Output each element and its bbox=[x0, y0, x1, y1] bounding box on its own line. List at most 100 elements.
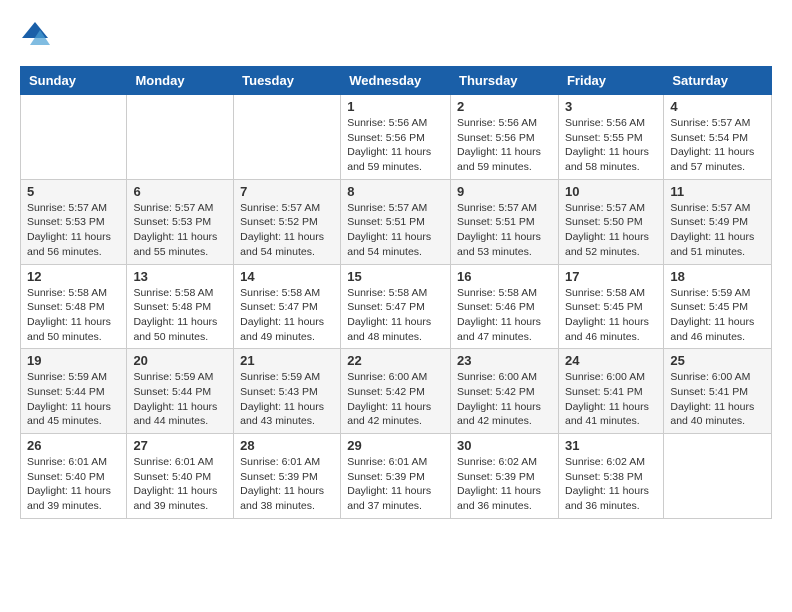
calendar-cell: 9 Sunrise: 5:57 AM Sunset: 5:51 PM Daylig… bbox=[451, 179, 559, 264]
calendar-cell: 8 Sunrise: 5:57 AM Sunset: 5:51 PM Daylig… bbox=[341, 179, 451, 264]
day-info: Sunrise: 5:57 AM Sunset: 5:53 PM Dayligh… bbox=[27, 201, 120, 260]
day-number: 17 bbox=[565, 269, 657, 284]
day-info: Sunrise: 5:57 AM Sunset: 5:53 PM Dayligh… bbox=[133, 201, 227, 260]
calendar-cell: 24Sunrise: 6:00 AM Sunset: 5:41 PM Dayli… bbox=[558, 349, 663, 434]
calendar-cell: 26Sunrise: 6:01 AM Sunset: 5:40 PM Dayli… bbox=[21, 434, 127, 519]
day-header-friday: Friday bbox=[558, 67, 663, 95]
day-info: Sunrise: 6:00 AM Sunset: 5:41 PM Dayligh… bbox=[670, 370, 765, 429]
day-info: Sunrise: 5:58 AM Sunset: 5:47 PM Dayligh… bbox=[347, 286, 444, 345]
day-number: 10 bbox=[565, 184, 657, 199]
calendar-header-row: SundayMondayTuesdayWednesdayThursdayFrid… bbox=[21, 67, 772, 95]
calendar-cell: 5 Sunrise: 5:57 AM Sunset: 5:53 PM Daylig… bbox=[21, 179, 127, 264]
calendar-cell: 7Sunrise: 5:57 AM Sunset: 5:52 PM Daylig… bbox=[234, 179, 341, 264]
day-info: Sunrise: 6:01 AM Sunset: 5:39 PM Dayligh… bbox=[347, 455, 444, 514]
day-info: Sunrise: 6:02 AM Sunset: 5:38 PM Dayligh… bbox=[565, 455, 657, 514]
day-number: 16 bbox=[457, 269, 552, 284]
day-info: Sunrise: 6:00 AM Sunset: 5:42 PM Dayligh… bbox=[347, 370, 444, 429]
day-number: 1 bbox=[347, 99, 444, 114]
day-info: Sunrise: 5:58 AM Sunset: 5:47 PM Dayligh… bbox=[240, 286, 334, 345]
day-info: Sunrise: 5:57 AM Sunset: 5:49 PM Dayligh… bbox=[670, 201, 765, 260]
day-info: Sunrise: 5:57 AM Sunset: 5:50 PM Dayligh… bbox=[565, 201, 657, 260]
day-info: Sunrise: 6:01 AM Sunset: 5:40 PM Dayligh… bbox=[133, 455, 227, 514]
day-number: 6 bbox=[133, 184, 227, 199]
day-number: 9 bbox=[457, 184, 552, 199]
calendar-cell: 14 Sunrise: 5:58 AM Sunset: 5:47 PM Dayli… bbox=[234, 264, 341, 349]
day-info: Sunrise: 6:00 AM Sunset: 5:41 PM Dayligh… bbox=[565, 370, 657, 429]
calendar-cell: 12Sunrise: 5:58 AM Sunset: 5:48 PM Dayli… bbox=[21, 264, 127, 349]
day-info: Sunrise: 5:56 AM Sunset: 5:55 PM Dayligh… bbox=[565, 116, 657, 175]
day-number: 11 bbox=[670, 184, 765, 199]
day-number: 21 bbox=[240, 353, 334, 368]
day-header-saturday: Saturday bbox=[664, 67, 772, 95]
calendar-cell: 6 Sunrise: 5:57 AM Sunset: 5:53 PM Daylig… bbox=[127, 179, 234, 264]
day-number: 8 bbox=[347, 184, 444, 199]
day-header-monday: Monday bbox=[127, 67, 234, 95]
calendar-week-row: 5 Sunrise: 5:57 AM Sunset: 5:53 PM Daylig… bbox=[21, 179, 772, 264]
day-number: 29 bbox=[347, 438, 444, 453]
calendar-cell: 27 Sunrise: 6:01 AM Sunset: 5:40 PM Dayli… bbox=[127, 434, 234, 519]
calendar-cell: 15 Sunrise: 5:58 AM Sunset: 5:47 PM Dayli… bbox=[341, 264, 451, 349]
calendar-cell: 19Sunrise: 5:59 AM Sunset: 5:44 PM Dayli… bbox=[21, 349, 127, 434]
day-info: Sunrise: 5:57 AM Sunset: 5:51 PM Dayligh… bbox=[347, 201, 444, 260]
day-number: 4 bbox=[670, 99, 765, 114]
calendar-cell: 30 Sunrise: 6:02 AM Sunset: 5:39 PM Dayli… bbox=[451, 434, 559, 519]
page-header bbox=[20, 20, 772, 50]
day-info: Sunrise: 6:00 AM Sunset: 5:42 PM Dayligh… bbox=[457, 370, 552, 429]
calendar-cell: 17 Sunrise: 5:58 AM Sunset: 5:45 PM Dayli… bbox=[558, 264, 663, 349]
day-info: Sunrise: 5:59 AM Sunset: 5:44 PM Dayligh… bbox=[27, 370, 120, 429]
day-number: 3 bbox=[565, 99, 657, 114]
calendar-cell: 20 Sunrise: 5:59 AM Sunset: 5:44 PM Dayli… bbox=[127, 349, 234, 434]
day-info: Sunrise: 6:02 AM Sunset: 5:39 PM Dayligh… bbox=[457, 455, 552, 514]
day-number: 5 bbox=[27, 184, 120, 199]
calendar-cell: 25Sunrise: 6:00 AM Sunset: 5:41 PM Dayli… bbox=[664, 349, 772, 434]
day-number: 23 bbox=[457, 353, 552, 368]
day-number: 12 bbox=[27, 269, 120, 284]
day-info: Sunrise: 5:56 AM Sunset: 5:56 PM Dayligh… bbox=[347, 116, 444, 175]
day-header-thursday: Thursday bbox=[451, 67, 559, 95]
day-number: 22 bbox=[347, 353, 444, 368]
day-info: Sunrise: 5:56 AM Sunset: 5:56 PM Dayligh… bbox=[457, 116, 552, 175]
calendar-cell: 2Sunrise: 5:56 AM Sunset: 5:56 PM Daylig… bbox=[451, 95, 559, 180]
calendar-week-row: 19Sunrise: 5:59 AM Sunset: 5:44 PM Dayli… bbox=[21, 349, 772, 434]
day-info: Sunrise: 5:59 AM Sunset: 5:45 PM Dayligh… bbox=[670, 286, 765, 345]
day-number: 27 bbox=[133, 438, 227, 453]
calendar-cell: 11 Sunrise: 5:57 AM Sunset: 5:49 PM Dayli… bbox=[664, 179, 772, 264]
calendar-cell bbox=[21, 95, 127, 180]
calendar-cell bbox=[127, 95, 234, 180]
day-number: 13 bbox=[133, 269, 227, 284]
day-info: Sunrise: 6:01 AM Sunset: 5:39 PM Dayligh… bbox=[240, 455, 334, 514]
day-header-wednesday: Wednesday bbox=[341, 67, 451, 95]
day-header-tuesday: Tuesday bbox=[234, 67, 341, 95]
calendar-cell: 16 Sunrise: 5:58 AM Sunset: 5:46 PM Dayli… bbox=[451, 264, 559, 349]
day-number: 14 bbox=[240, 269, 334, 284]
calendar-cell: 18 Sunrise: 5:59 AM Sunset: 5:45 PM Dayli… bbox=[664, 264, 772, 349]
day-number: 30 bbox=[457, 438, 552, 453]
day-number: 7 bbox=[240, 184, 334, 199]
day-number: 18 bbox=[670, 269, 765, 284]
calendar-week-row: 26 Sunrise: 6:01 AM Sunset: 5:40 PM Dayli… bbox=[21, 434, 772, 519]
day-number: 26 bbox=[27, 438, 120, 453]
day-info: Sunrise: 5:57 AM Sunset: 5:51 PM Dayligh… bbox=[457, 201, 552, 260]
day-header-sunday: Sunday bbox=[21, 67, 127, 95]
calendar-cell: 10 Sunrise: 5:57 AM Sunset: 5:50 PM Dayli… bbox=[558, 179, 663, 264]
calendar-table: SundayMondayTuesdayWednesdayThursdayFrid… bbox=[20, 66, 772, 519]
calendar-cell: 22 Sunrise: 6:00 AM Sunset: 5:42 PM Dayli… bbox=[341, 349, 451, 434]
calendar-cell: 21 Sunrise: 5:59 AM Sunset: 5:43 PM Dayli… bbox=[234, 349, 341, 434]
calendar-week-row: 1 Sunrise: 5:56 AM Sunset: 5:56 PM Daylig… bbox=[21, 95, 772, 180]
day-number: 20 bbox=[133, 353, 227, 368]
day-info: Sunrise: 5:59 AM Sunset: 5:44 PM Dayligh… bbox=[133, 370, 227, 429]
day-number: 31 bbox=[565, 438, 657, 453]
calendar-cell: 3 Sunrise: 5:56 AM Sunset: 5:55 PM Daylig… bbox=[558, 95, 663, 180]
calendar-cell: 1 Sunrise: 5:56 AM Sunset: 5:56 PM Daylig… bbox=[341, 95, 451, 180]
day-info: Sunrise: 5:57 AM Sunset: 5:54 PM Dayligh… bbox=[670, 116, 765, 175]
day-number: 15 bbox=[347, 269, 444, 284]
logo-icon bbox=[20, 20, 50, 50]
day-info: Sunrise: 5:58 AM Sunset: 5:48 PM Dayligh… bbox=[133, 286, 227, 345]
calendar-cell: 31 Sunrise: 6:02 AM Sunset: 5:38 PM Dayli… bbox=[558, 434, 663, 519]
day-info: Sunrise: 5:59 AM Sunset: 5:43 PM Dayligh… bbox=[240, 370, 334, 429]
day-info: Sunrise: 5:58 AM Sunset: 5:46 PM Dayligh… bbox=[457, 286, 552, 345]
calendar-week-row: 12 Sunrise: 5:58 AM Sunset: 5:48 PM Dayli… bbox=[21, 264, 772, 349]
calendar-cell bbox=[234, 95, 341, 180]
calendar-cell: 13 Sunrise: 5:58 AM Sunset: 5:48 PM Dayli… bbox=[127, 264, 234, 349]
day-info: Sunrise: 5:58 AM Sunset: 5:45 PM Dayligh… bbox=[565, 286, 657, 345]
